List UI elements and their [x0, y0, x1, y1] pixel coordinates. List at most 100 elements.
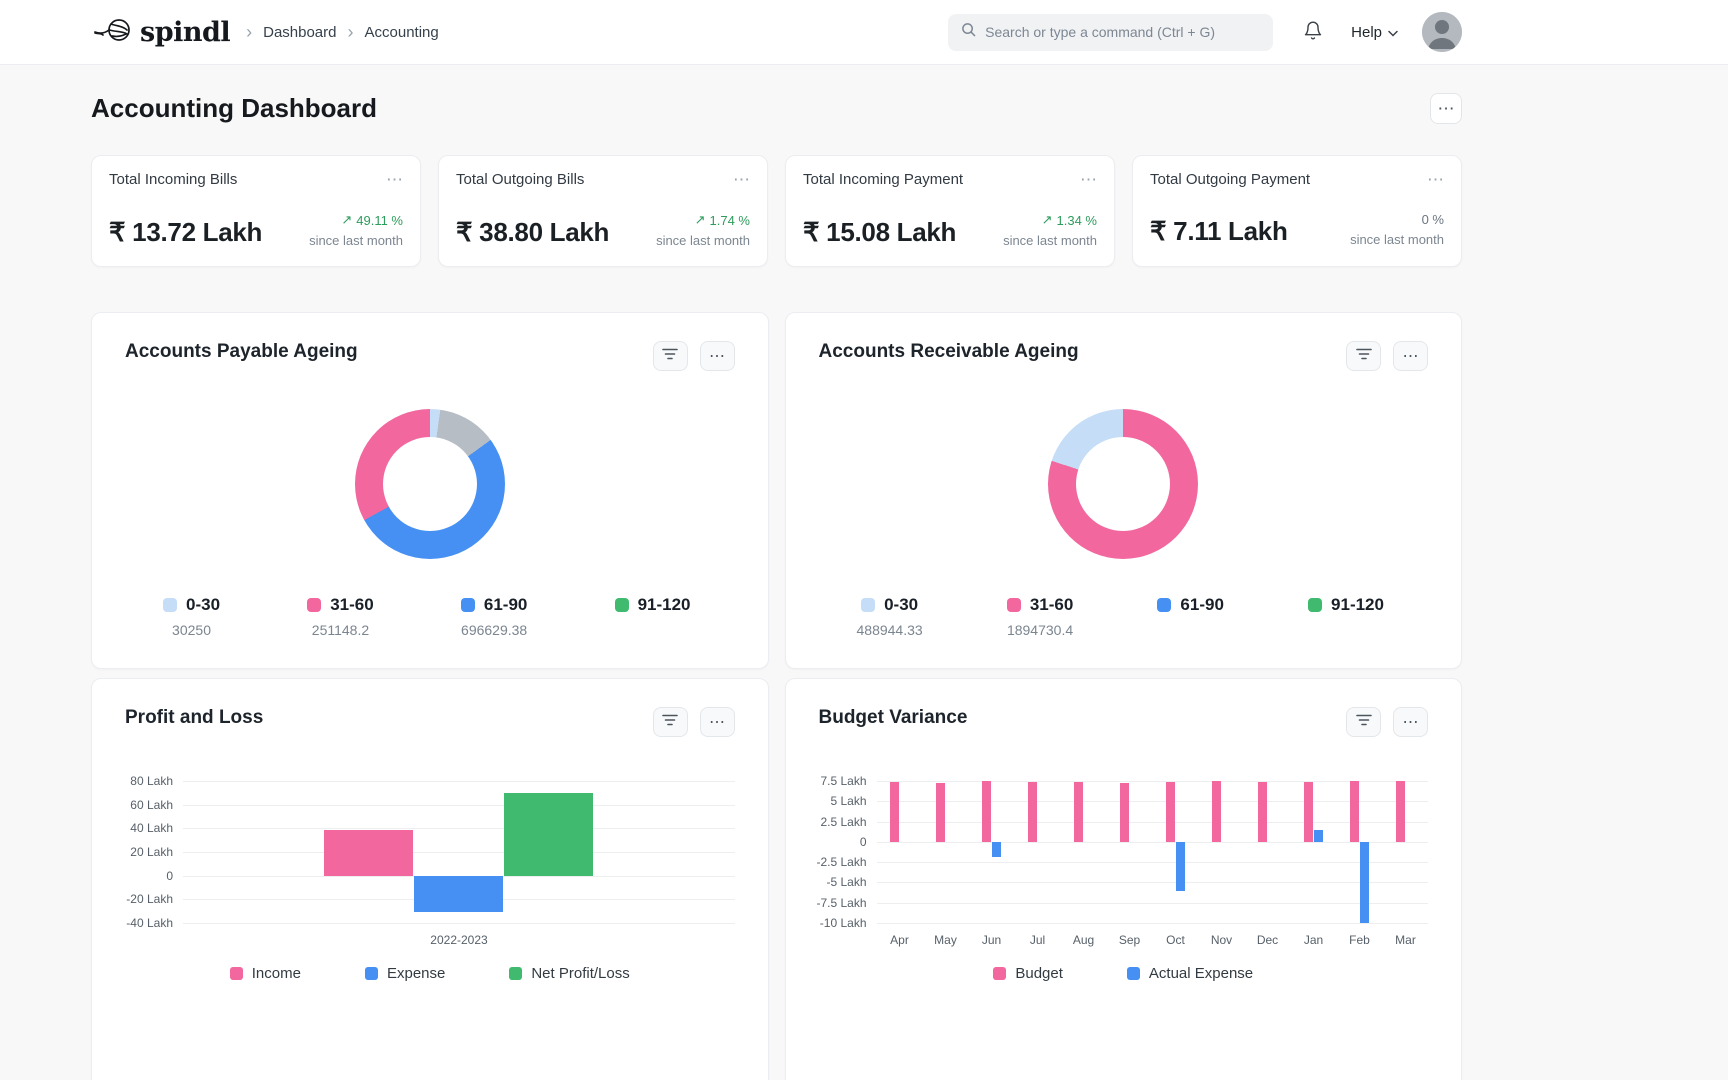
stat-title: Total Incoming Bills — [109, 171, 237, 188]
budget-bar — [1166, 782, 1175, 842]
stat-title: Total Outgoing Bills — [456, 171, 584, 188]
card-menu-button[interactable]: ⋯ — [1080, 171, 1097, 188]
ellipsis-icon: ⋯ — [1427, 170, 1444, 189]
breadcrumb: › Dashboard › Accounting — [246, 23, 439, 41]
x-tick-label: Apr — [890, 933, 909, 947]
stat-card-total-outgoing-payment: Total Outgoing Payment ⋯ ₹ 7.11 Lakh 0 %… — [1132, 155, 1462, 267]
legend-item: 31-60 251148.2 — [307, 595, 373, 638]
donut-legend: 0-30 30250 31-60 251148.2 61-90 696629.3… — [125, 595, 735, 638]
card-menu-button[interactable]: ⋯ — [700, 341, 735, 371]
stat-value: ₹ 13.72 Lakh — [109, 217, 262, 248]
y-tick-label: -2.5 Lakh — [816, 855, 866, 869]
legend-item: Net Profit/Loss — [509, 965, 629, 982]
budget-bar — [1212, 781, 1221, 842]
breadcrumb-dashboard[interactable]: Dashboard — [263, 24, 336, 41]
legend-value: 488944.33 — [857, 622, 923, 638]
legend-value: 30250 — [172, 622, 211, 638]
legend-item: Income — [230, 965, 301, 982]
y-tick-label: -20 Lakh — [126, 892, 173, 906]
gridline — [877, 781, 1429, 782]
x-axis-labels: 2022-2023 — [183, 933, 735, 949]
card-menu-button[interactable]: ⋯ — [1393, 707, 1428, 737]
stat-change: ↗1.74 % — [656, 212, 750, 228]
stat-subtitle: since last month — [1350, 232, 1444, 247]
income-bar — [324, 830, 413, 876]
y-tick-label: -5 Lakh — [826, 875, 866, 889]
filter-button[interactable] — [653, 341, 688, 371]
card-menu-button[interactable]: ⋯ — [733, 171, 750, 188]
notifications-button[interactable] — [1303, 20, 1323, 44]
budget-bar — [982, 781, 991, 842]
x-tick-label: May — [934, 933, 957, 947]
global-search[interactable] — [948, 14, 1273, 51]
legend-label: Net Profit/Loss — [531, 965, 629, 982]
budget-bar — [1074, 782, 1083, 842]
y-tick-label: 80 Lakh — [130, 774, 173, 788]
gridline — [877, 862, 1429, 863]
legend-item: 91-120 — [1308, 595, 1384, 638]
card-menu-button[interactable]: ⋯ — [700, 707, 735, 737]
filter-button[interactable] — [1346, 707, 1381, 737]
card-menu-button[interactable]: ⋯ — [1427, 171, 1444, 188]
y-tick-label: 20 Lakh — [130, 845, 173, 859]
search-input[interactable] — [985, 24, 1260, 40]
ellipsis-icon: ⋯ — [709, 712, 725, 732]
stat-subtitle: since last month — [656, 233, 750, 248]
legend-swatch — [615, 598, 629, 612]
legend-label: Budget — [1015, 965, 1063, 982]
x-tick-label: Oct — [1166, 933, 1185, 947]
breadcrumb-accounting[interactable]: Accounting — [365, 24, 439, 41]
plot-area — [183, 781, 735, 923]
page-menu-button[interactable]: ⋯ — [1430, 93, 1462, 124]
budget-variance-card: Budget Variance ⋯ 7.5 Lakh5 Lakh2.5 Lakh… — [785, 678, 1463, 1080]
legend-item: Expense — [365, 965, 445, 982]
y-tick-label: 40 Lakh — [130, 821, 173, 835]
x-tick-label: Jan — [1304, 933, 1323, 947]
legend-swatch — [1157, 598, 1171, 612]
budget-bar — [1028, 782, 1037, 842]
filter-icon — [1356, 713, 1372, 732]
app-logo[interactable]: spindl — [91, 16, 230, 49]
yarn-logo-icon — [91, 16, 133, 49]
gridline — [877, 882, 1429, 883]
ellipsis-icon: ⋯ — [1403, 346, 1419, 366]
donut-hole — [1076, 437, 1170, 531]
dashboard-content: Accounting Dashboard ⋯ Total Incoming Bi… — [0, 93, 1728, 1080]
stat-value: ₹ 7.11 Lakh — [1150, 216, 1288, 247]
stat-change: 0 % — [1350, 212, 1444, 227]
y-tick-label: 5 Lakh — [830, 794, 866, 808]
x-tick-label: Jun — [982, 933, 1001, 947]
y-tick-label: -40 Lakh — [126, 916, 173, 930]
filter-button[interactable] — [653, 707, 688, 737]
donut-hole — [383, 437, 477, 531]
x-tick-label: Feb — [1349, 933, 1370, 947]
stat-title: Total Incoming Payment — [803, 171, 963, 188]
ellipsis-icon: ⋯ — [1403, 712, 1419, 732]
budget-bar — [1258, 782, 1267, 842]
trend-up-icon: ↗ — [695, 212, 706, 228]
card-menu-button[interactable]: ⋯ — [1393, 341, 1428, 371]
user-avatar[interactable] — [1422, 12, 1462, 52]
legend-swatch — [861, 598, 875, 612]
x-tick-label: Sep — [1119, 933, 1140, 947]
actual-expense-bar — [992, 842, 1001, 857]
legend-swatch — [1127, 967, 1140, 980]
budget-bar — [890, 782, 899, 842]
filter-button[interactable] — [1346, 341, 1381, 371]
ageing-charts-row: Accounts Payable Ageing ⋯ 0-30 — [91, 312, 1462, 669]
budget-bar — [1120, 783, 1129, 842]
help-menu[interactable]: Help — [1351, 24, 1398, 41]
chevron-down-icon — [1388, 24, 1398, 41]
gridline — [183, 781, 735, 782]
chevron-right-icon: › — [348, 23, 354, 41]
card-menu-button[interactable]: ⋯ — [386, 171, 403, 188]
ellipsis-icon: ⋯ — [709, 346, 725, 366]
stat-card-total-incoming-bills: Total Incoming Bills ⋯ ₹ 13.72 Lakh ↗49.… — [91, 155, 421, 267]
stat-card-total-outgoing-bills: Total Outgoing Bills ⋯ ₹ 38.80 Lakh ↗1.7… — [438, 155, 768, 267]
gridline — [877, 842, 1429, 843]
page-title: Accounting Dashboard — [91, 93, 377, 124]
stat-cards-row: Total Incoming Bills ⋯ ₹ 13.72 Lakh ↗49.… — [91, 155, 1462, 267]
ellipsis-icon: ⋯ — [733, 170, 750, 189]
receivable-ageing-donut — [1048, 409, 1198, 559]
actual-expense-bar — [1176, 842, 1185, 891]
